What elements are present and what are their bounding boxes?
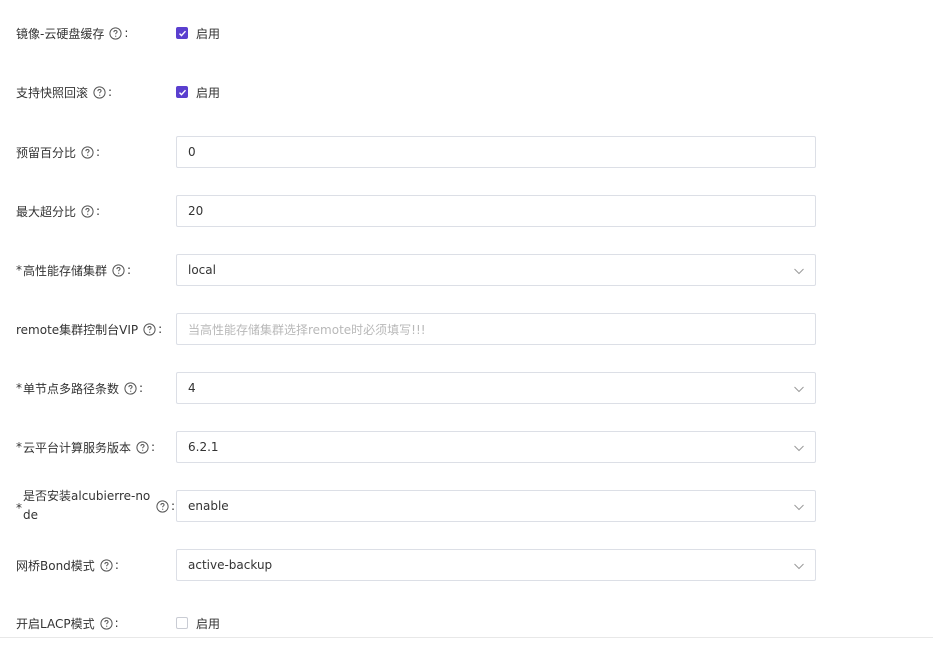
field-label-text: 支持快照回滚 [16,85,89,100]
field-label-text: 开启LACP模式 [16,616,95,631]
question-circle-icon[interactable] [99,616,113,630]
field-label: 预留百分比 : [16,136,100,168]
select-value[interactable]: 4 [188,381,196,395]
checkbox-label[interactable]: 启用 [196,84,220,101]
form-row-reserved-percent: 预留百分比 : 0 [0,136,933,168]
field-colon: : [114,616,119,630]
field-label-text: 高性能存储集群 [23,263,108,278]
multipath-count-select[interactable]: 4 [176,372,816,404]
required-mark: * [16,263,22,277]
question-circle-icon[interactable] [81,145,94,159]
field-label: * 云平台计算服务版本 : [16,431,155,463]
field-colon: : [171,499,176,513]
field-label: * 高性能存储集群 : [16,254,131,286]
field-label: 开启LACP模式 : [16,607,119,639]
field-colon: : [108,85,113,99]
field-label-text: remote集群控制台VIP [16,322,139,337]
enable-checkbox[interactable]: 启用 [176,607,220,639]
question-circle-icon[interactable] [93,85,106,99]
field-label-text: 单节点多路径条数 [23,381,120,396]
enable-checkbox[interactable]: 启用 [176,17,220,49]
bridge-bond-select[interactable]: active-backup [176,549,816,581]
field-label-text: 网桥Bond模式 [16,558,95,573]
field-colon: : [151,440,156,454]
field-label-text: 云平台计算服务版本 [23,440,132,455]
check-icon [178,30,186,37]
field-label: remote集群控制台VIP : [16,313,162,345]
question-circle-icon[interactable] [81,204,94,218]
input-value[interactable]: 0 [188,145,196,159]
checkbox-label[interactable]: 启用 [196,25,220,42]
chevron-down-icon[interactable] [793,383,805,395]
alcubierre-node-select[interactable]: enable [176,490,816,522]
field-colon: : [127,263,132,277]
field-label: * 单节点多路径条数 : [16,372,143,404]
field-colon: : [124,26,129,40]
footer-divider [0,637,933,638]
form-row-image-cache: 镜像-云硬盘缓存 : 启用 [0,17,933,49]
form-row-snapshot-rollback: 支持快照回滚 : 启用 [0,76,933,108]
form-row-compute-version: * 云平台计算服务版本 : 6.2.1 [0,431,933,463]
question-circle-icon[interactable] [156,499,169,513]
compute-version-select[interactable]: 6.2.1 [176,431,816,463]
chevron-down-icon[interactable] [793,265,805,277]
question-circle-icon[interactable] [124,381,137,395]
question-circle-icon[interactable] [100,558,113,572]
field-colon: : [158,322,163,336]
required-mark: * [16,440,22,454]
form-row-hp-cluster: * 高性能存储集群 : local [0,254,933,286]
chevron-down-icon[interactable] [793,501,805,513]
question-circle-icon[interactable] [136,440,149,454]
field-label: 最大超分比 : [16,195,100,227]
field-label-text: 最大超分比 [16,204,77,219]
hp-cluster-select[interactable]: local [176,254,816,286]
input-placeholder[interactable]: 当高性能存储集群选择remote时必须填写!!! [188,321,426,338]
question-circle-icon[interactable] [112,263,125,277]
enable-checkbox[interactable]: 启用 [176,76,220,108]
input-value[interactable]: 20 [188,204,203,218]
select-value[interactable]: active-backup [188,558,272,572]
field-label-text: 预留百分比 [16,145,77,160]
checkbox-label[interactable]: 启用 [196,615,220,632]
checkbox-box[interactable] [176,27,188,39]
form-row-bridge-bond: 网桥Bond模式 : active-backup [0,549,933,581]
field-label-text: 镜像-云硬盘缓存 [16,26,105,41]
required-mark: * [16,501,22,515]
field-label: 网桥Bond模式 : [16,549,119,581]
question-circle-icon[interactable] [109,26,122,40]
form-row-lacp-mode: 开启LACP模式 : 启用 [0,607,933,639]
field-label: 支持快照回滚 : [16,76,112,108]
select-value[interactable]: enable [188,499,229,513]
remote-vip-input[interactable]: 当高性能存储集群选择remote时必须填写!!! [176,313,816,345]
checkbox-box[interactable] [176,86,188,98]
field-label-text: 是否安装alcubierre-node [23,488,151,522]
form-row-max-over-ratio: 最大超分比 : 20 [0,195,933,227]
field-colon: : [139,381,144,395]
max-over-ratio-input[interactable]: 20 [176,195,816,227]
form-row-alcubierre-node: * 是否安装alcubierre-node : enable [0,488,933,522]
field-colon: : [96,204,101,218]
select-value[interactable]: 6.2.1 [188,440,219,454]
field-colon: : [96,145,101,159]
checkbox-box[interactable] [176,617,188,629]
check-icon [178,89,186,96]
field-colon: : [114,558,119,572]
reserved-percent-input[interactable]: 0 [176,136,816,168]
form-row-remote-vip: remote集群控制台VIP : 当高性能存储集群选择remote时必须填写!!… [0,313,933,345]
form-row-multipath-count: * 单节点多路径条数 : 4 [0,372,933,404]
chevron-down-icon[interactable] [793,442,805,454]
required-mark: * [16,381,22,395]
question-circle-icon[interactable] [143,322,156,336]
select-value[interactable]: local [188,263,216,277]
field-label: 镜像-云硬盘缓存 : [16,17,128,49]
field-label: * 是否安装alcubierre-node : [16,488,176,522]
chevron-down-icon[interactable] [793,560,805,572]
